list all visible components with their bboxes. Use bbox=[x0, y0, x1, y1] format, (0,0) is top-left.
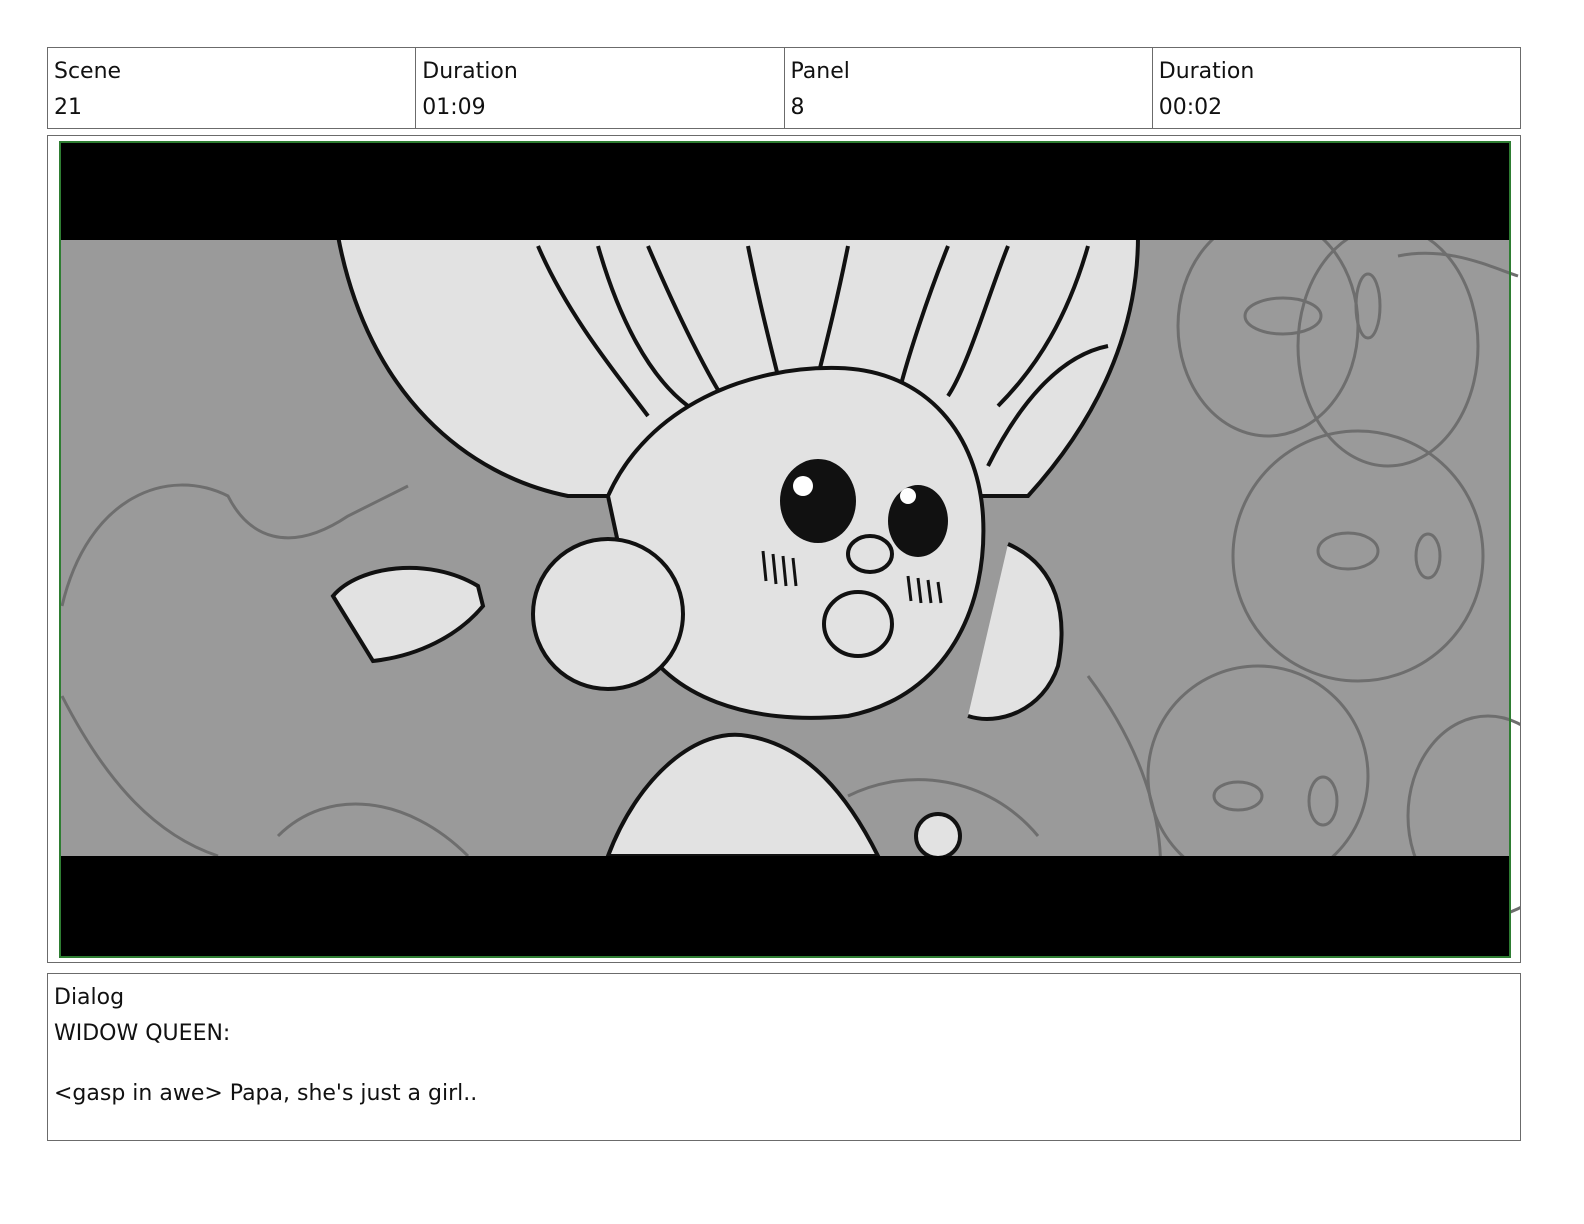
panel-cell: Panel 8 bbox=[785, 48, 1153, 128]
panel-value: 8 bbox=[790, 95, 805, 120]
dialog-text: <gasp in awe> Papa, she's just a girl.. bbox=[54, 1081, 478, 1106]
panel-label: Panel bbox=[790, 59, 850, 84]
panel-frame bbox=[47, 135, 1521, 963]
scene-value: 21 bbox=[54, 95, 82, 120]
scene-duration-cell: Duration 01:09 bbox=[416, 48, 785, 128]
scene-cell: Scene 21 bbox=[48, 48, 417, 128]
dialog-label: Dialog bbox=[54, 985, 125, 1010]
panel-duration-cell: Duration 00:02 bbox=[1153, 48, 1520, 128]
scene-duration-label: Duration bbox=[422, 59, 518, 84]
panel-duration-label: Duration bbox=[1158, 59, 1255, 84]
panel-header: Scene 21 Duration 01:09 Panel 8 Duration… bbox=[47, 47, 1521, 129]
scene-duration-value: 01:09 bbox=[422, 95, 486, 120]
scene-label: Scene bbox=[54, 59, 122, 84]
panel-duration-value: 00:02 bbox=[1158, 95, 1223, 120]
dialog-box: Dialog WIDOW QUEEN: <gasp in awe> Papa, … bbox=[47, 973, 1521, 1141]
dialog-speaker: WIDOW QUEEN: bbox=[54, 1021, 231, 1046]
storyboard-sketch-icon bbox=[48, 136, 1520, 962]
